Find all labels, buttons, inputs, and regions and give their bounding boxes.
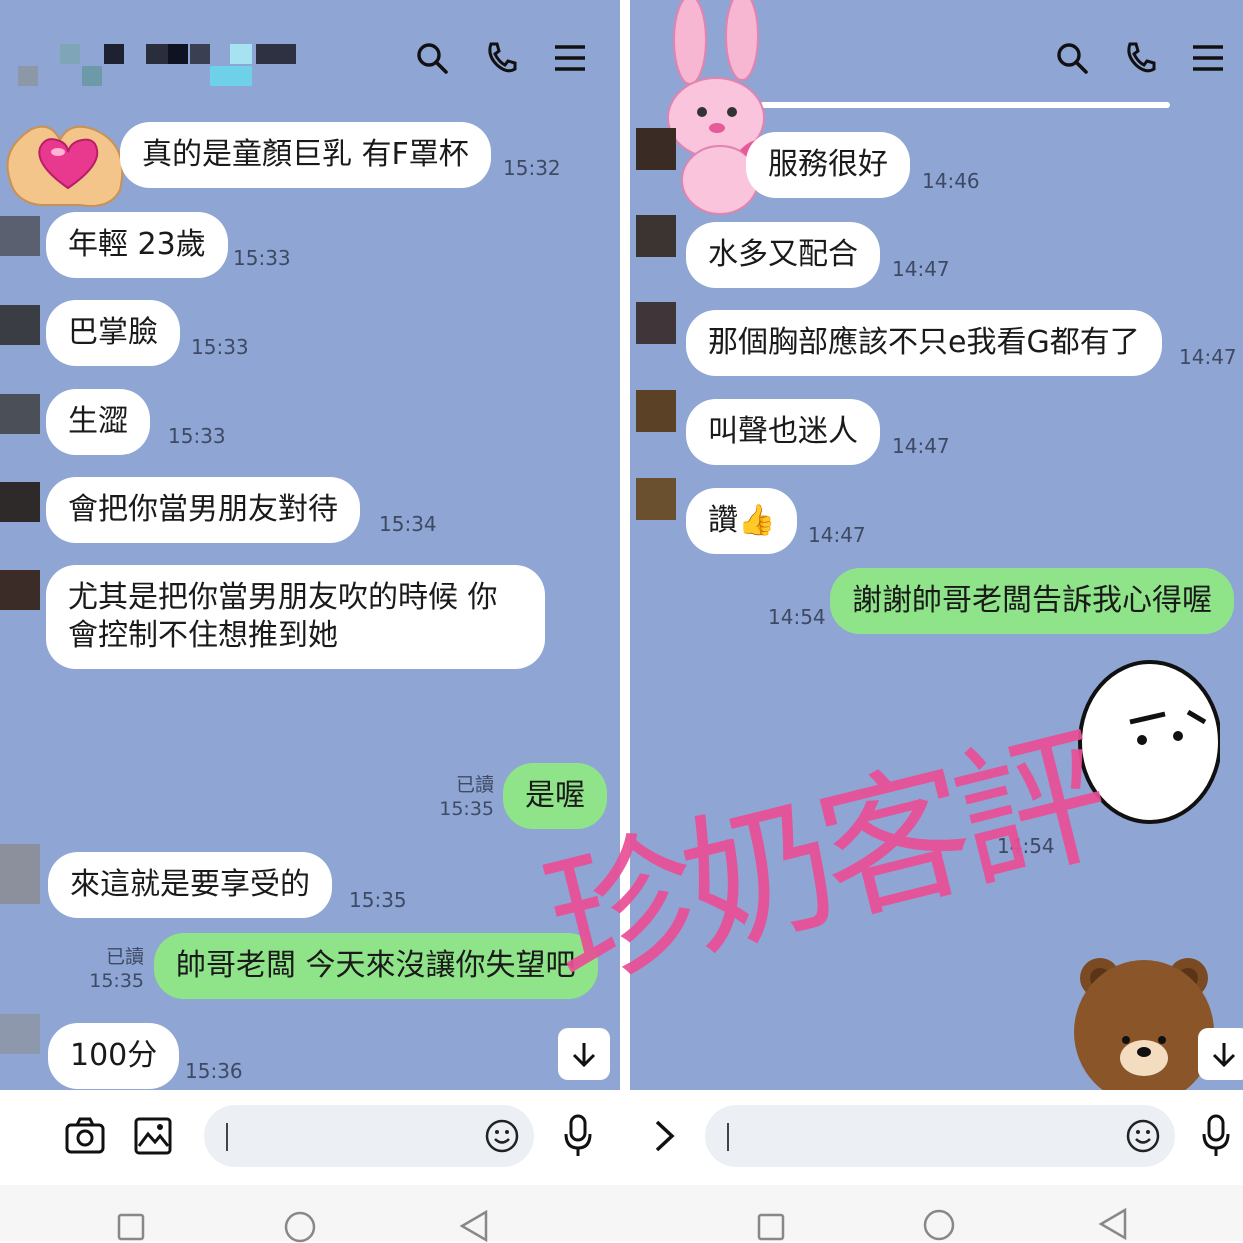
chat-panel-left: 真的是童顏巨乳 有F罩杯 15:32 年輕 23歲 15:33 巴掌臉 15:3… <box>0 0 620 1090</box>
message-time: 15:33 <box>168 424 226 448</box>
avatar[interactable] <box>0 482 40 522</box>
avatar[interactable] <box>0 570 40 610</box>
avatar[interactable] <box>0 1014 40 1054</box>
text-caret <box>727 1123 729 1151</box>
message-time: 14:46 <box>922 169 980 193</box>
avatar[interactable] <box>0 216 40 256</box>
message-bubble[interactable]: 水多又配合 <box>686 222 880 288</box>
message-time: 14:47 <box>892 257 950 281</box>
message-time: 15:36 <box>185 1059 243 1083</box>
thumbs-up-icon: 👍 <box>738 503 776 538</box>
message-text: 讚 <box>708 503 738 538</box>
avatar[interactable] <box>636 390 676 432</box>
message-bubble[interactable]: 讚👍 <box>686 488 798 554</box>
arrow-down-icon <box>1212 1043 1236 1068</box>
message-bubble[interactable]: 會把你當男朋友對待 <box>46 477 360 543</box>
message-time: 15:35 <box>349 888 407 912</box>
emoji-icon[interactable] <box>1125 1118 1161 1154</box>
menu-icon[interactable] <box>1190 40 1226 76</box>
message-time: 15:33 <box>233 246 291 270</box>
message-bubble[interactable]: 年輕 23歲 <box>46 212 228 278</box>
recents-icon[interactable] <box>757 1213 785 1241</box>
avatar[interactable] <box>0 844 40 904</box>
phone-icon[interactable] <box>483 40 519 76</box>
home-icon[interactable] <box>284 1211 316 1243</box>
chevron-right-icon[interactable] <box>652 1118 678 1154</box>
emoji-icon[interactable] <box>484 1118 520 1154</box>
read-receipt: 已讀 15:35 <box>89 946 144 992</box>
avatar[interactable] <box>636 128 676 170</box>
avatar[interactable] <box>636 215 676 257</box>
message-bubble[interactable]: 尤其是把你當男朋友吹的時候 你會控制不住想推到她 <box>46 565 545 669</box>
message-input-bar <box>0 1090 1243 1185</box>
avatar[interactable] <box>636 302 676 344</box>
message-bubble[interactable]: 真的是童顏巨乳 有F罩杯 <box>120 122 491 188</box>
search-icon[interactable] <box>1054 40 1090 76</box>
recents-icon[interactable] <box>117 1213 145 1241</box>
message-time: 14:47 <box>1179 345 1237 369</box>
message-time: 14:47 <box>808 523 866 547</box>
mic-icon[interactable] <box>1200 1114 1232 1158</box>
camera-icon[interactable] <box>64 1116 106 1156</box>
read-receipt: 已讀 15:35 <box>439 774 494 820</box>
arrow-down-icon <box>572 1043 596 1068</box>
message-bubble-sent[interactable]: 帥哥老闆 今天來沒讓你失望吧 <box>154 933 598 999</box>
avatar[interactable] <box>636 478 676 520</box>
back-icon[interactable] <box>458 1209 490 1243</box>
message-bubble-sent[interactable]: 謝謝帥哥老闆告訴我心得喔 <box>830 568 1234 634</box>
phone-icon[interactable] <box>1122 40 1158 76</box>
system-nav-bar <box>0 1185 1243 1243</box>
avatar[interactable] <box>0 305 40 345</box>
message-time: 15:33 <box>191 335 249 359</box>
text-caret <box>226 1123 228 1151</box>
menu-icon[interactable] <box>552 40 588 76</box>
message-input[interactable] <box>204 1105 534 1167</box>
image-icon[interactable] <box>133 1116 173 1156</box>
message-bubble[interactable]: 巴掌臉 <box>46 300 180 366</box>
message-time: 15:34 <box>379 512 437 536</box>
back-icon[interactable] <box>1097 1207 1129 1241</box>
message-bubble[interactable]: 來這就是要享受的 <box>48 852 332 918</box>
divider <box>760 102 1170 108</box>
message-bubble[interactable]: 服務很好 <box>746 132 910 198</box>
message-bubble[interactable]: 100分 <box>48 1023 180 1089</box>
message-input[interactable] <box>705 1105 1175 1167</box>
home-icon[interactable] <box>923 1209 955 1241</box>
scroll-to-bottom-button[interactable] <box>1198 1028 1243 1080</box>
scroll-to-bottom-button[interactable] <box>558 1028 610 1080</box>
message-bubble[interactable]: 那個胸部應該不只e我看G都有了 <box>686 310 1162 376</box>
mic-icon[interactable] <box>562 1114 594 1158</box>
search-icon[interactable] <box>414 40 450 76</box>
message-bubble[interactable]: 生澀 <box>46 389 150 455</box>
message-time: 15:32 <box>503 156 561 180</box>
message-bubble[interactable]: 叫聲也迷人 <box>686 399 880 465</box>
message-time: 14:54 <box>768 605 826 629</box>
message-time: 14:47 <box>892 434 950 458</box>
avatar[interactable] <box>0 394 40 434</box>
